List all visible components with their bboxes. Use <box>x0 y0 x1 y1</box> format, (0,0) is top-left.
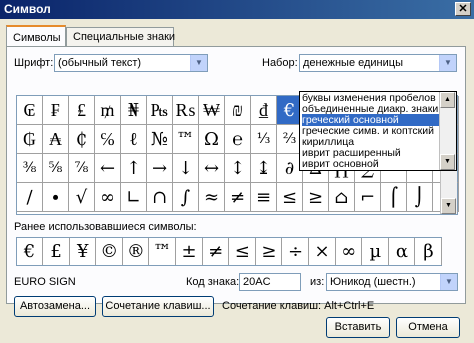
symbol-cell[interactable]: ∕ <box>17 183 43 212</box>
chevron-down-icon[interactable]: ▼ <box>439 55 456 71</box>
subset-option[interactable]: иврит основной <box>302 158 442 170</box>
autocorrect-button[interactable]: Автозамена... <box>14 296 96 317</box>
char-code-label: Код знака: <box>186 276 240 288</box>
symbol-cell[interactable]: ₵ <box>69 125 95 154</box>
recent-symbol[interactable]: ÷ <box>283 238 309 265</box>
symbol-cell[interactable]: ₢ <box>17 96 43 125</box>
scroll-up-button[interactable]: ▲ <box>440 92 455 108</box>
tab-symbols-label: Символы <box>13 32 61 44</box>
font-value: (обычный текст) <box>58 57 142 69</box>
symbol-cell[interactable]: ₤ <box>69 96 95 125</box>
symbol-cell[interactable]: ₳ <box>43 125 69 154</box>
symbol-cell[interactable]: ₣ <box>43 96 69 125</box>
recent-symbol[interactable]: € <box>17 238 43 265</box>
symbol-cell[interactable]: ↑ <box>121 154 147 183</box>
recent-symbol[interactable]: £ <box>44 238 70 265</box>
symbol-cell[interactable]: ₲ <box>17 125 43 154</box>
close-button[interactable]: ✕ <box>455 2 471 16</box>
symbol-cell[interactable]: ∟ <box>121 183 147 212</box>
recent-symbol[interactable]: α <box>389 238 416 265</box>
symbol-cell[interactable]: √ <box>69 183 95 212</box>
symbol-cell[interactable]: ⌐ <box>355 183 381 212</box>
tab-special-chars[interactable]: Специальные знаки <box>66 27 176 47</box>
symbol-cell[interactable]: ₩ <box>199 96 225 125</box>
symbol-cell[interactable]: ™ <box>173 125 199 154</box>
symbol-cell[interactable]: ≡ <box>251 183 277 212</box>
symbol-cell[interactable]: ↨ <box>251 154 277 183</box>
symbol-cell[interactable]: ∞ <box>95 183 121 212</box>
scroll-down-button[interactable]: ▼ <box>441 198 456 214</box>
symbol-cell[interactable]: ⅓ <box>251 125 277 154</box>
symbol-cell[interactable]: ⌡ <box>407 183 433 212</box>
chevron-down-icon[interactable]: ▼ <box>190 55 207 71</box>
symbol-cell[interactable]: ₫ <box>251 96 277 125</box>
symbol-cell[interactable]: → <box>147 154 173 183</box>
symbol-cell[interactable]: ₪ <box>225 96 251 125</box>
symbol-cell[interactable]: ≤ <box>277 183 303 212</box>
recent-label: Ранее использовавшиеся символы: <box>14 221 197 233</box>
scroll-down-button[interactable]: ▼ <box>440 154 455 170</box>
recent-symbol[interactable]: ≤ <box>230 238 256 265</box>
subset-select[interactable]: денежные единицы ▼ <box>299 54 457 72</box>
subset-label: Набор: <box>262 57 298 69</box>
symbol-cell[interactable]: ₥ <box>95 96 121 125</box>
recent-symbol[interactable]: µ <box>363 238 389 265</box>
symbol-cell[interactable]: Ω <box>199 125 225 154</box>
recent-symbol[interactable]: β <box>416 238 442 265</box>
shortcut-text: Сочетание клавиш: Alt+Ctrl+E <box>222 300 375 312</box>
symbol-cell[interactable]: ⅞ <box>69 154 95 183</box>
font-label: Шрифт: <box>14 57 54 69</box>
dialog-body: Символы Специальные знаки Шрифт: (обычны… <box>0 19 474 343</box>
recent-symbol[interactable]: × <box>310 238 336 265</box>
char-name: EURO SIGN <box>14 276 76 288</box>
insert-button[interactable]: Вставить <box>326 317 390 338</box>
recent-symbols[interactable]: € £ ¥ © ® ™ ± ≠ ≤ ≥ ÷ × ∞ µ α β <box>16 237 442 266</box>
symbol-cell[interactable]: ≈ <box>199 183 225 212</box>
shortcut-key-button[interactable]: Сочетание клавиш... <box>102 296 214 317</box>
symbol-cell[interactable]: ⌂ <box>329 183 355 212</box>
cancel-button[interactable]: Отмена <box>396 317 460 338</box>
symbol-cell[interactable]: ₦ <box>121 96 147 125</box>
recent-symbol[interactable]: © <box>97 238 123 265</box>
char-code-field[interactable]: 20AC <box>239 273 301 291</box>
subset-dropdown-list[interactable]: буквы изменения пробелов объединенные ди… <box>299 91 457 171</box>
symbol-cell[interactable]: ₨ <box>173 96 199 125</box>
symbol-cell[interactable]: ℓ <box>121 125 147 154</box>
recent-symbol[interactable]: ™ <box>150 238 176 265</box>
symbol-cell[interactable]: ↔ <box>199 154 225 183</box>
recent-symbol[interactable]: ∞ <box>336 238 363 265</box>
recent-symbol[interactable]: ± <box>177 238 203 265</box>
symbol-cell[interactable]: ∫ <box>173 183 199 212</box>
recent-symbol[interactable]: ® <box>123 238 150 265</box>
symbol-cell[interactable]: ⅝ <box>43 154 69 183</box>
symbol-cell[interactable]: ℅ <box>95 125 121 154</box>
title-bar: Символ ✕ <box>0 0 474 19</box>
symbol-cell[interactable]: ℮ <box>225 125 251 154</box>
tab-symbols[interactable]: Символы <box>6 25 66 47</box>
tab-special-chars-label: Специальные знаки <box>73 31 176 43</box>
symbol-cell[interactable]: ⌠ <box>381 183 407 212</box>
symbol-cell[interactable]: ≥ <box>303 183 329 212</box>
chevron-down-icon[interactable]: ▼ <box>440 274 457 290</box>
symbol-cell[interactable]: ∙ <box>43 183 69 212</box>
recent-symbol[interactable]: ≥ <box>256 238 283 265</box>
symbol-cell[interactable]: ₧ <box>147 96 173 125</box>
from-label: из: <box>310 276 325 288</box>
window-title: Символ <box>4 2 51 16</box>
recent-symbol[interactable]: ¥ <box>70 238 97 265</box>
symbol-cell[interactable]: ← <box>95 154 121 183</box>
symbol-cell[interactable]: ∩ <box>147 183 173 212</box>
dropdown-scrollbar[interactable]: ▲ ▼ <box>439 92 456 170</box>
subset-value: денежные единицы <box>303 57 403 69</box>
symbol-cell[interactable]: ⅜ <box>17 154 43 183</box>
symbol-cell[interactable]: ↕ <box>225 154 251 183</box>
recent-symbol[interactable]: ≠ <box>203 238 230 265</box>
from-value: Юникод (шестн.) <box>330 276 416 288</box>
from-select[interactable]: Юникод (шестн.) ▼ <box>326 273 458 291</box>
symbol-cell[interactable]: ≠ <box>225 183 251 212</box>
font-select[interactable]: (обычный текст) ▼ <box>54 54 208 72</box>
symbol-cell[interactable]: № <box>147 125 173 154</box>
symbol-cell[interactable]: ↓ <box>173 154 199 183</box>
